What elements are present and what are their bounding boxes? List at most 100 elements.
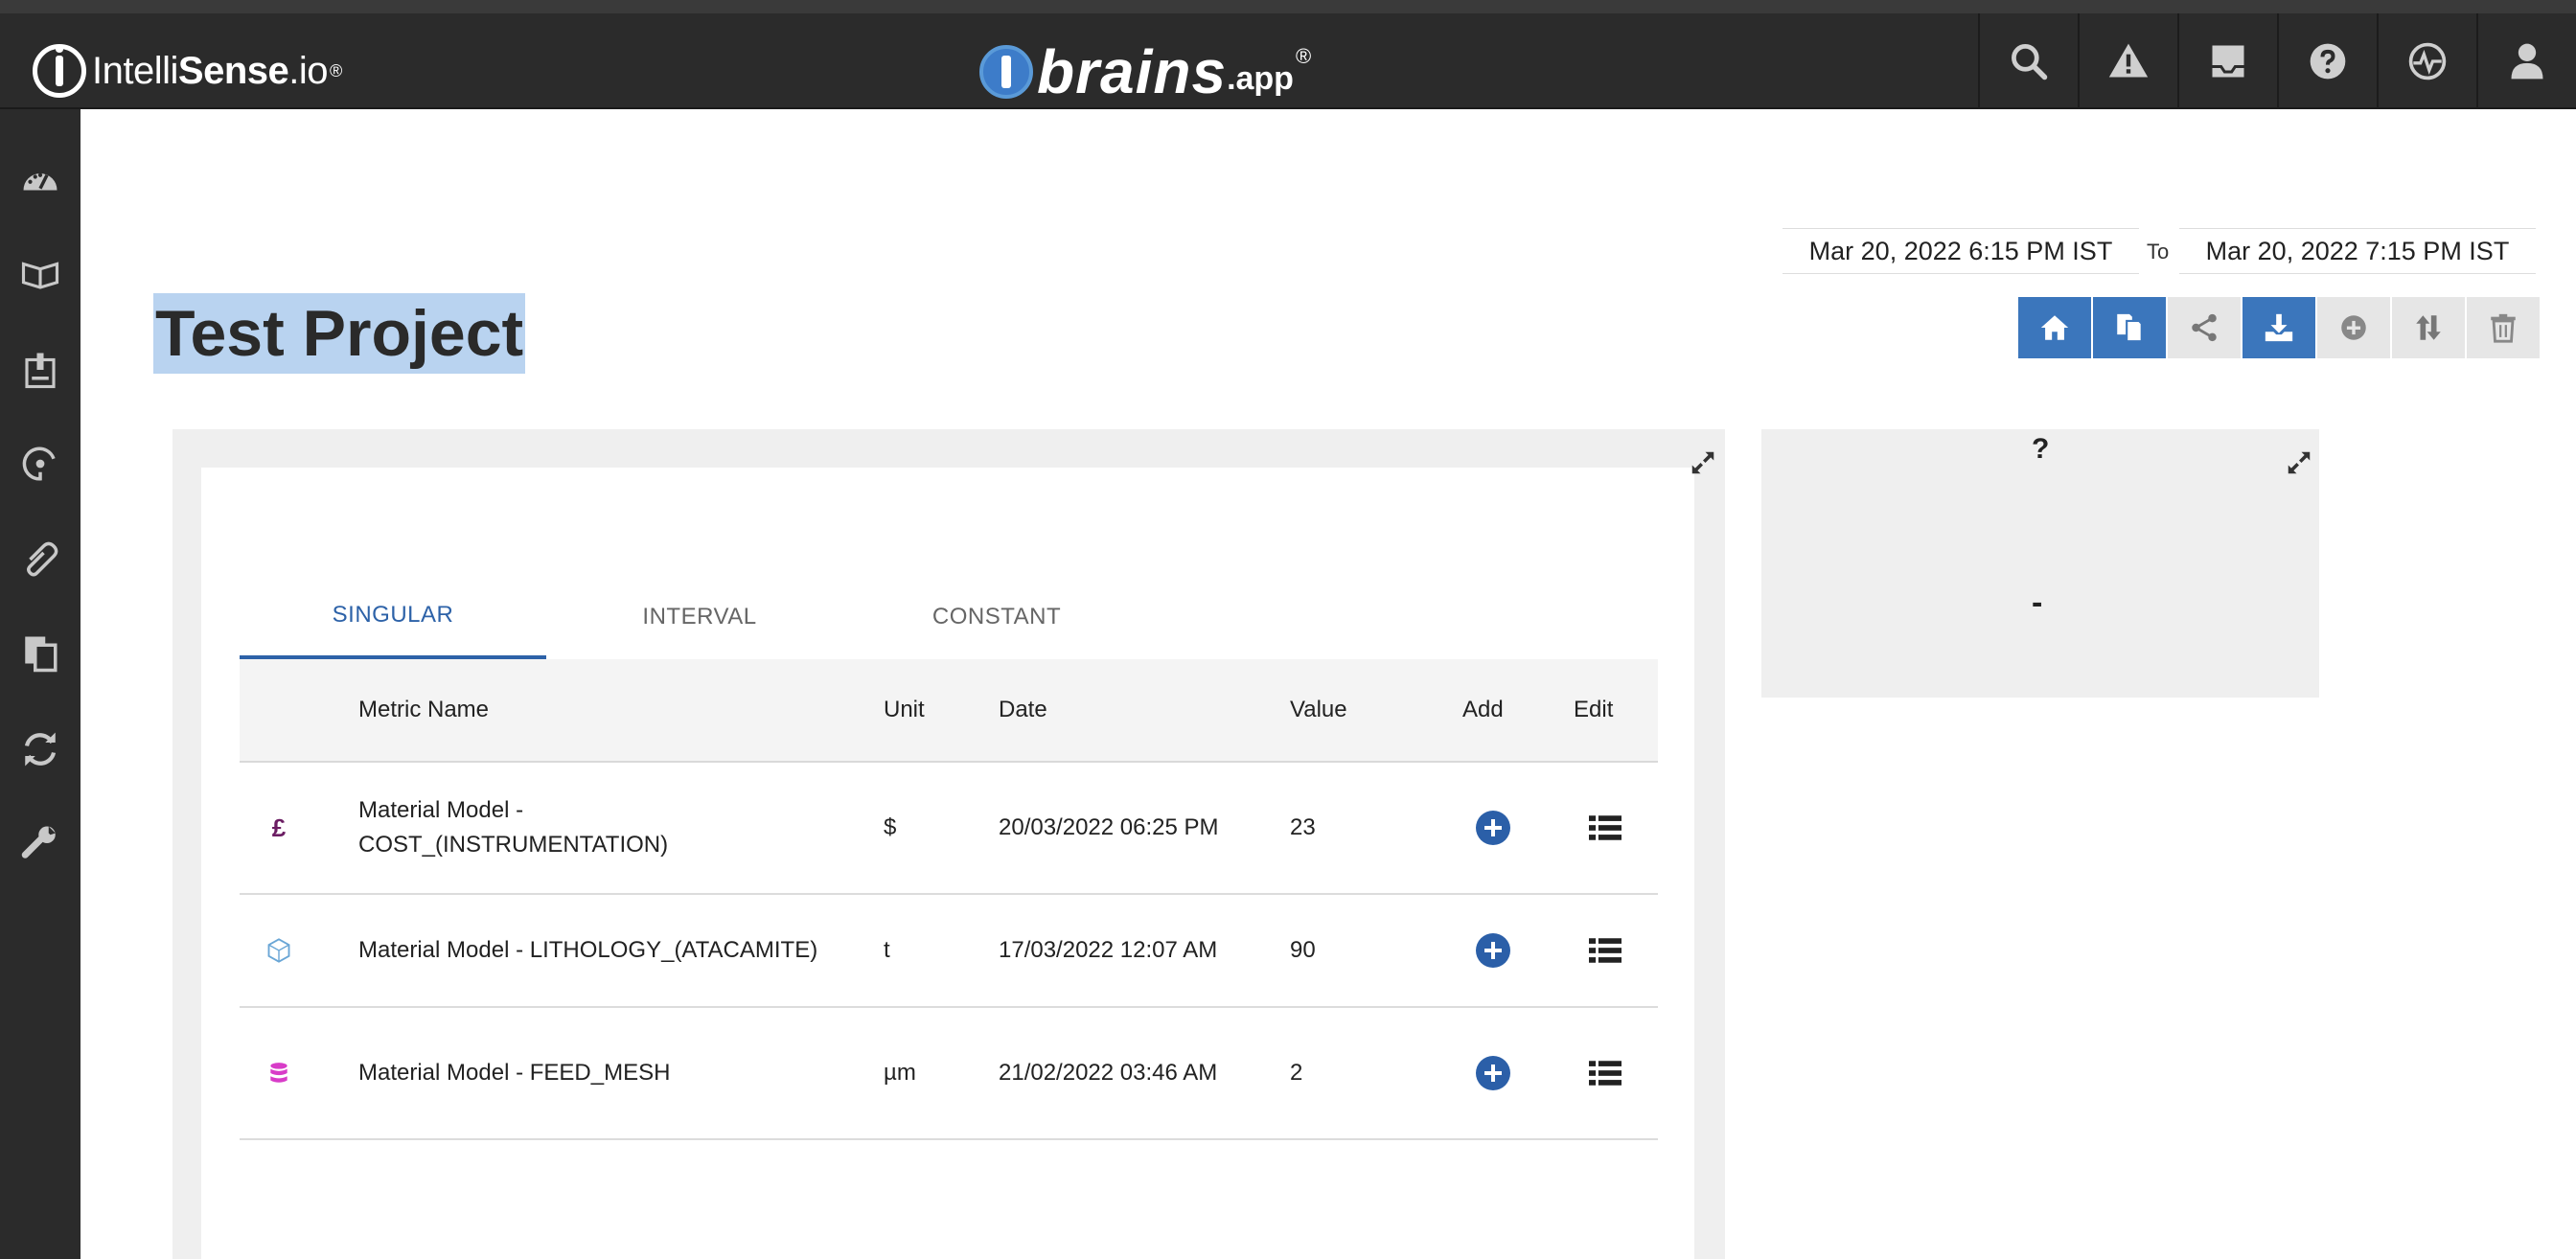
report-icon [25, 353, 56, 389]
metric-value: 90 [1290, 937, 1316, 963]
sidebar-item-files[interactable] [17, 630, 63, 676]
add-value-button[interactable] [1476, 811, 1510, 845]
home-icon [2040, 315, 2069, 340]
project-toolbar [2018, 297, 2542, 358]
add-value-button[interactable] [1476, 933, 1510, 968]
inbox-button[interactable] [2177, 13, 2277, 109]
copy-icon [2117, 313, 2143, 343]
sidebar-item-settings[interactable] [17, 820, 63, 866]
book-icon [21, 262, 59, 289]
metric-unit: $ [884, 814, 897, 840]
database-icon [264, 1059, 293, 1087]
column-header-value: Value [1290, 697, 1347, 722]
add-button[interactable] [2317, 297, 2390, 358]
alerts-button[interactable] [2078, 13, 2177, 109]
files-icon [25, 636, 58, 673]
expand-icon[interactable] [1689, 448, 1717, 477]
sidebar-item-refresh[interactable] [17, 726, 63, 772]
table-row: Material Model - FEED_MESH µm 21/02/2022… [240, 1008, 1658, 1140]
sidebar-item-dashboard[interactable] [17, 157, 63, 203]
metric-date: 20/03/2022 06:25 PM [999, 814, 1219, 840]
date-to-label: To [2147, 240, 2170, 263]
table-header: Metric Name Unit Date Value Add Edit [240, 659, 1658, 763]
sidebar-item-book[interactable] [17, 251, 63, 297]
search-button[interactable] [1978, 13, 2078, 109]
sidebar-item-gauge[interactable] [17, 441, 63, 487]
registered-mark: ® [1295, 44, 1312, 68]
monitor-icon [2408, 42, 2447, 80]
search-icon [2012, 44, 2048, 80]
intellisense-logo-text: IntelliSense.io [92, 50, 328, 93]
logo-text-suffix: .io [288, 49, 328, 92]
list-icon[interactable] [1589, 1059, 1622, 1087]
sidebar-item-report[interactable] [17, 347, 63, 393]
list-icon[interactable] [1589, 936, 1622, 965]
sort-icon [2416, 315, 2441, 340]
tab-constant[interactable]: CONSTANT [853, 575, 1140, 659]
inbox-icon [2212, 45, 2244, 78]
metric-date: 17/03/2022 12:07 AM [999, 937, 1218, 963]
home-button[interactable] [2018, 297, 2091, 358]
metric-name: Material Model - COST_(INSTRUMENTATION) [358, 797, 669, 858]
metric-date: 21/02/2022 03:46 AM [999, 1060, 1218, 1086]
top-bar: IntelliSense.io ® brains .app ® [0, 0, 2576, 109]
delete-button[interactable] [2467, 297, 2540, 358]
column-header-unit: Unit [884, 697, 925, 722]
column-header-add: Add [1462, 697, 1504, 722]
alert-icon [2108, 43, 2149, 78]
table-row: Material Model - LITHOLOGY_(ATACAMITE) t… [240, 895, 1658, 1008]
refresh-icon [24, 732, 57, 767]
registered-mark: ® [330, 60, 343, 80]
logo-text-prefix: Intelli [92, 49, 178, 92]
kpi-widget [1761, 429, 2319, 698]
brains-logo-text: brains [1037, 37, 1228, 106]
share-icon [2192, 313, 2217, 342]
tab-singular[interactable]: SINGULAR [240, 575, 546, 659]
logo-text-bold: Sense [177, 49, 289, 92]
intellisense-logo[interactable]: IntelliSense.io ® [33, 42, 342, 100]
expand-icon[interactable] [2285, 448, 2313, 477]
list-icon[interactable] [1589, 813, 1622, 842]
intellisense-logo-icon [33, 44, 86, 98]
brains-app-logo[interactable]: brains .app ® [979, 37, 1312, 106]
trash-icon [2491, 313, 2516, 343]
download-button[interactable] [2242, 297, 2315, 358]
table-row: £ Material Model - COST_(INSTRUMENTATION… [240, 763, 1658, 895]
date-to-field[interactable]: Mar 20, 2022 7:15 PM IST [2179, 228, 2536, 274]
share-button[interactable] [2168, 297, 2241, 358]
add-circle-icon [2341, 315, 2366, 340]
help-button[interactable] [2277, 13, 2377, 109]
sidebar-item-attachment[interactable] [17, 537, 63, 583]
pound-icon: £ [271, 813, 287, 842]
widget-value: - [2032, 584, 2043, 621]
tab-interval[interactable]: INTERVAL [546, 575, 853, 659]
metric-value: 2 [1290, 1060, 1303, 1086]
top-icon-bar [1978, 13, 2576, 109]
column-header-date: Date [999, 697, 1047, 722]
sidebar [0, 109, 80, 1259]
user-icon [2511, 43, 2543, 80]
metric-name: Material Model - LITHOLOGY_(ATACAMITE) [358, 937, 818, 963]
brains-logo-suffix: .app [1227, 60, 1294, 97]
metric-unit: µm [884, 1060, 916, 1086]
metric-value: 23 [1290, 814, 1316, 840]
metric-name: Material Model - FEED_MESH [358, 1060, 671, 1086]
metrics-table: Metric Name Unit Date Value Add Edit £ M… [240, 659, 1658, 1140]
add-value-button[interactable] [1476, 1056, 1510, 1090]
metric-unit: t [884, 937, 890, 963]
crystal-icon [264, 936, 293, 965]
brains-logo-icon [979, 45, 1033, 99]
gauge-icon [22, 446, 56, 481]
help-icon [2310, 43, 2346, 80]
widget-help-text: ? [2032, 433, 2050, 465]
date-to-text: Mar 20, 2022 7:15 PM IST [2205, 236, 2510, 265]
date-from-field[interactable]: Mar 20, 2022 6:15 PM IST [1782, 228, 2139, 274]
sort-button[interactable] [2392, 297, 2465, 358]
copy-button[interactable] [2093, 297, 2166, 358]
monitor-button[interactable] [2377, 13, 2476, 109]
wrench-icon [21, 826, 56, 858]
user-button[interactable] [2476, 13, 2576, 109]
date-from-text: Mar 20, 2022 6:15 PM IST [1808, 236, 2113, 265]
dashboard-icon [23, 172, 58, 191]
column-header-metric-name: Metric Name [358, 697, 490, 722]
